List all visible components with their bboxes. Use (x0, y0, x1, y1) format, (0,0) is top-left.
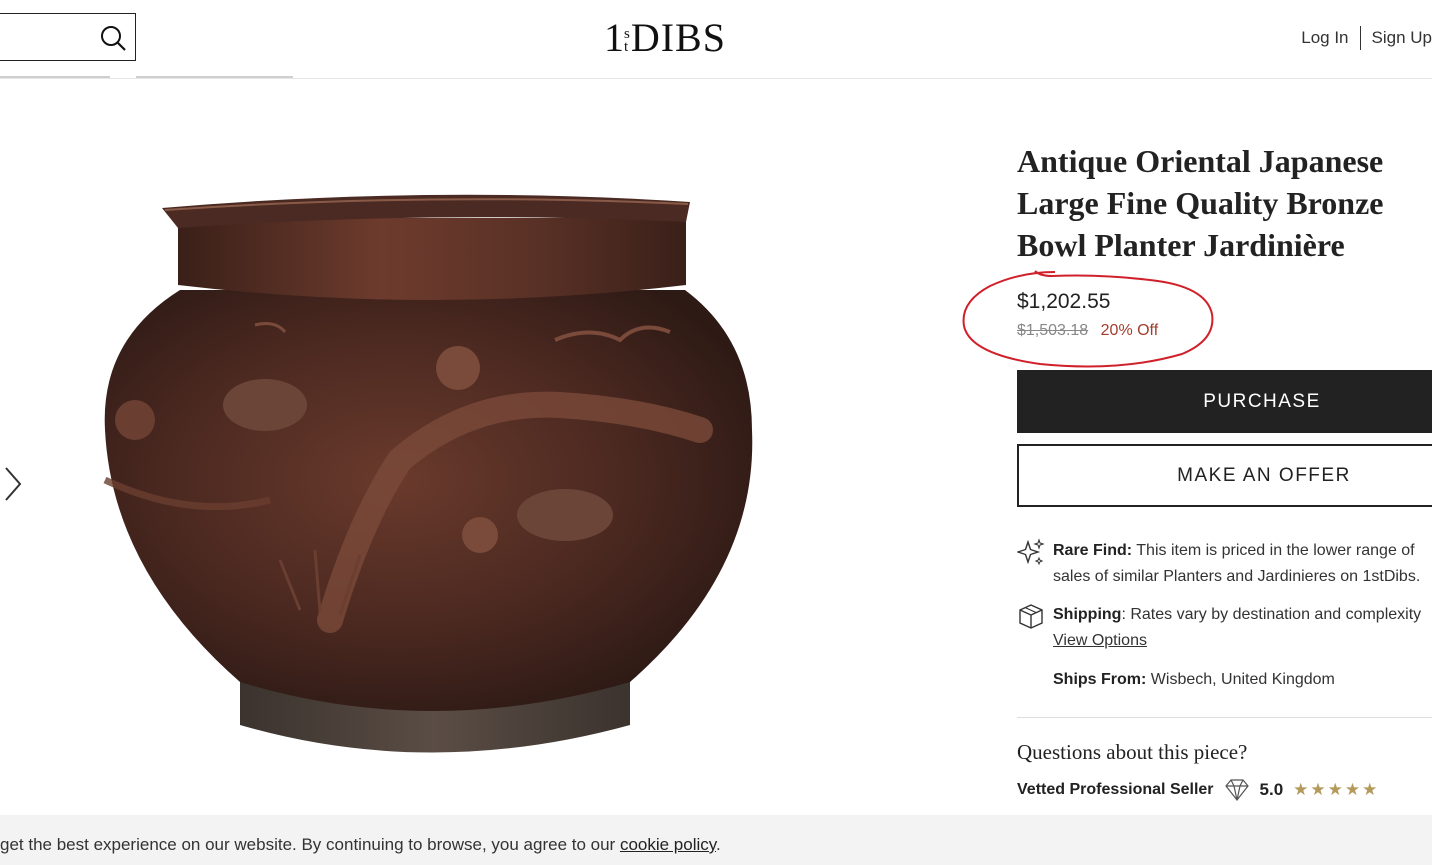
logo-dibs: DIBS (630, 15, 726, 60)
search-icon[interactable] (99, 24, 127, 52)
logo-t: t (624, 39, 629, 55)
rare-find-row: Rare Find: This item is priced in the lo… (1017, 538, 1432, 590)
rare-find-text-1: This item is priced in the lower range o… (1136, 542, 1415, 559)
site-header: 1 s t DIBS Log In Sign Up (0, 0, 1432, 79)
cookie-text: get the best experience on our website. … (0, 835, 721, 855)
diamond-icon (1224, 779, 1249, 801)
purchase-button[interactable]: PURCHASE (1017, 370, 1432, 433)
cookie-message: get the best experience on our website. … (0, 835, 620, 854)
sparkle-icon (1017, 538, 1045, 566)
site-logo[interactable]: 1 s t DIBS (604, 18, 726, 58)
questions-heading: Questions about this piece? (1017, 740, 1248, 764)
rare-find-text-2: sales of similar Planters and Jardiniere… (1053, 568, 1421, 585)
divider (1017, 717, 1432, 718)
annotation-circle (962, 270, 1214, 368)
chevron-right-icon[interactable] (0, 464, 26, 504)
cookie-policy-link[interactable]: cookie policy (620, 835, 716, 854)
seller-row: Vetted Professional Seller 5.0 ★★★★★ (1017, 778, 1379, 802)
make-offer-label: MAKE AN OFFER (1177, 464, 1351, 486)
cookie-banner: get the best experience on our website. … (0, 815, 1432, 865)
seller-rating: 5.0 (1259, 780, 1284, 799)
view-options-link[interactable]: View Options (1053, 632, 1147, 649)
search-input[interactable] (5, 22, 97, 54)
cookie-period: . (716, 835, 721, 854)
signup-link[interactable]: Sign Up (1372, 28, 1432, 48)
star-rating-icon: ★★★★★ (1293, 780, 1380, 799)
logo-st: s t (624, 27, 630, 55)
purchase-label: PURCHASE (1203, 390, 1321, 412)
vetted-seller-label[interactable]: Vetted Professional Seller (1017, 781, 1214, 799)
product-image-area (0, 100, 960, 800)
logo-one: 1 (604, 15, 624, 60)
login-link[interactable]: Log In (1301, 28, 1348, 48)
auth-links: Log In Sign Up (1301, 26, 1432, 50)
product-panel: Antique Oriental Japanese Large Fine Qua… (1017, 140, 1432, 801)
nav-underline-2 (136, 76, 293, 78)
shipping-row: Shipping: Rates vary by destination and … (1017, 602, 1432, 654)
make-offer-button[interactable]: MAKE AN OFFER (1017, 444, 1432, 507)
shipping-text: : Rates vary by destination and complexi… (1121, 606, 1422, 623)
ships-from-label: Ships From: (1053, 671, 1147, 688)
rare-find-label: Rare Find: (1053, 542, 1133, 559)
ships-from-value: Wisbech, United Kingdom (1150, 671, 1335, 688)
nav-underline-1 (0, 76, 110, 78)
box-icon (1019, 604, 1043, 629)
product-image[interactable] (0, 100, 960, 800)
ships-from-row: Ships From: Wisbech, United Kingdom (1017, 667, 1432, 693)
product-title: Antique Oriental Japanese Large Fine Qua… (1017, 143, 1384, 263)
auth-divider (1359, 26, 1361, 50)
shipping-label: Shipping (1053, 606, 1122, 623)
search-box[interactable] (0, 13, 136, 61)
